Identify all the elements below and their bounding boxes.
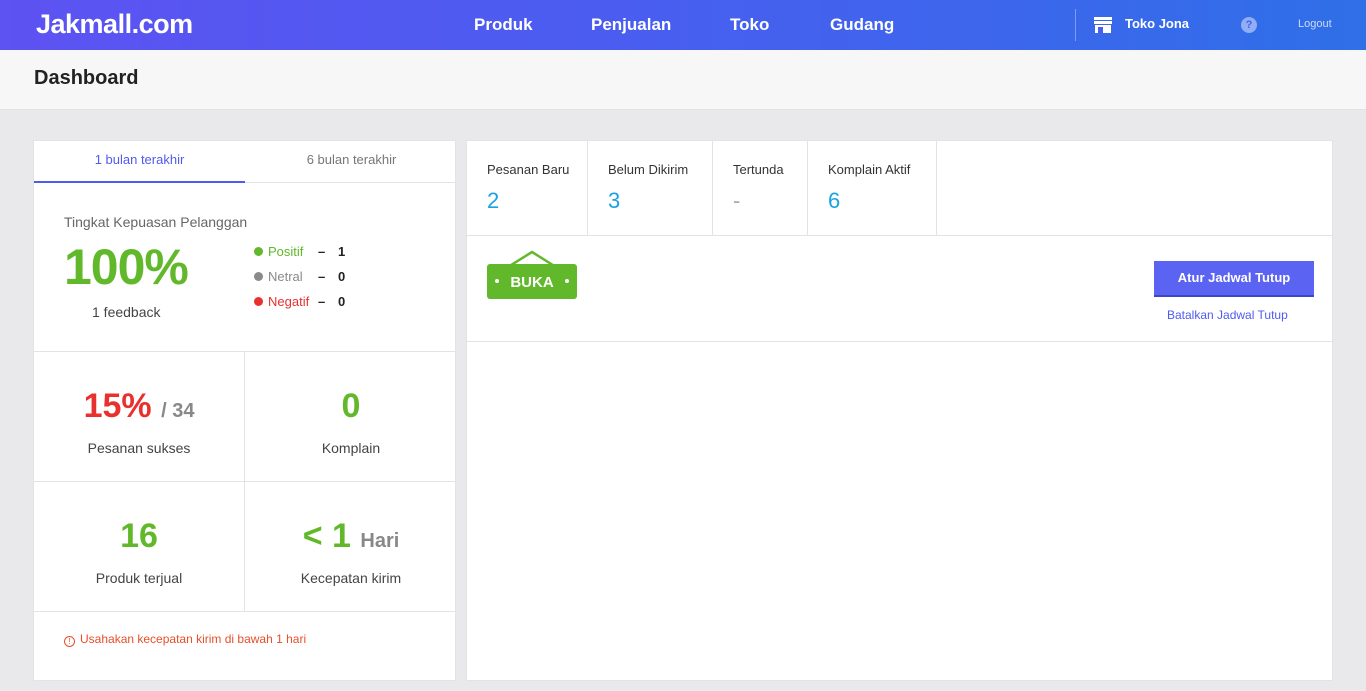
- set-close-schedule-button[interactable]: Atur Jadwal Tutup: [1154, 261, 1314, 297]
- legend-count: 1: [338, 244, 346, 260]
- speed-value: < 1: [302, 517, 351, 555]
- neutral-dot-icon: [254, 272, 263, 282]
- order-value: -: [733, 188, 741, 213]
- nav-penjualan[interactable]: Penjualan: [591, 15, 671, 35]
- top-navbar: Jakmall.com Produk Penjualan Toko Gudang…: [0, 0, 1366, 50]
- store-status-row: BUKA Atur Jadwal Tutup Batalkan Jadwal T…: [467, 236, 1334, 342]
- satisfaction-title: Tingkat Kepuasan Pelanggan: [64, 214, 248, 230]
- legend-neutral: Netral –0: [254, 268, 345, 284]
- store-icon[interactable]: [1093, 15, 1113, 35]
- satisfaction-percent: 100%: [64, 239, 189, 295]
- stat-complaints: 0 Komplain: [245, 352, 457, 482]
- stat-order-success: 15% / 34 Pesanan sukses: [34, 352, 245, 482]
- warning-icon: !: [64, 636, 75, 647]
- help-icon[interactable]: ?: [1241, 17, 1257, 33]
- stat-value: 15% / 34: [34, 387, 244, 426]
- orders-card: Pesanan Baru 2 Belum Dikirim 3 Tertunda …: [466, 140, 1334, 681]
- legend-label: Netral: [268, 269, 303, 285]
- nav-divider: [1075, 9, 1076, 41]
- success-percent: 15%: [83, 387, 152, 425]
- order-value: 3: [608, 188, 621, 213]
- page-header: Dashboard: [0, 50, 1366, 110]
- legend-count: 0: [338, 294, 346, 310]
- legend-label: Negatif: [268, 294, 310, 310]
- stat-value: 16: [120, 517, 158, 555]
- store-name[interactable]: Toko Jona: [1125, 16, 1189, 31]
- nav-toko[interactable]: Toko: [730, 15, 769, 35]
- order-stat-new[interactable]: Pesanan Baru 2: [467, 141, 588, 236]
- stat-value: 0: [341, 387, 361, 425]
- status-sign-text: BUKA: [510, 274, 553, 291]
- order-value: 2: [487, 188, 500, 213]
- feedback-count: 1 feedback: [92, 304, 161, 320]
- order-label: Komplain Aktif: [828, 162, 911, 177]
- stat-value: < 1 Hari: [245, 517, 457, 556]
- success-total: / 34: [161, 400, 195, 422]
- stat-products-sold: 16 Produk terjual: [34, 482, 245, 612]
- open-sign-icon: BUKA: [487, 250, 577, 299]
- order-stat-not-shipped[interactable]: Belum Dikirim 3: [588, 141, 713, 236]
- legend-dash: –: [318, 294, 326, 310]
- stat-label: Kecepatan kirim: [300, 570, 402, 586]
- period-tabs: 1 bulan terakhir 6 bulan terakhir: [34, 141, 457, 183]
- stat-label: Pesanan sukses: [87, 440, 191, 456]
- stat-label: Komplain: [321, 440, 381, 456]
- cancel-close-schedule-link[interactable]: Batalkan Jadwal Tutup: [1167, 308, 1288, 322]
- order-label: Belum Dikirim: [608, 162, 689, 177]
- satisfaction-section: Tingkat Kepuasan Pelanggan 100% 1 feedba…: [34, 183, 457, 352]
- performance-card: 1 bulan terakhir 6 bulan terakhir Tingka…: [33, 140, 457, 681]
- warning-text: Usahakan kecepatan kirim di bawah 1 hari: [80, 632, 307, 646]
- speed-unit: Hari: [360, 530, 400, 552]
- legend-count: 0: [338, 269, 346, 285]
- jakmall-logo[interactable]: Jakmall.com: [36, 9, 193, 40]
- stat-shipping-speed: < 1 Hari Kecepatan kirim: [245, 482, 457, 612]
- legend-positive: Positif –1: [254, 243, 345, 259]
- legend-dash: –: [318, 244, 326, 260]
- legend-dash: –: [318, 269, 326, 285]
- order-label: Tertunda: [733, 162, 784, 177]
- shipping-warning: ! Usahakan kecepatan kirim di bawah 1 har…: [64, 632, 306, 647]
- order-value: 6: [828, 188, 841, 213]
- order-stat-pending[interactable]: Tertunda -: [713, 141, 808, 236]
- legend-label: Positif: [268, 244, 304, 260]
- order-stat-active-complaints[interactable]: Komplain Aktif 6: [808, 141, 937, 236]
- positive-dot-icon: [254, 247, 263, 257]
- order-stats-row: Pesanan Baru 2 Belum Dikirim 3 Tertunda …: [467, 141, 1334, 236]
- tab-6-months[interactable]: 6 bulan terakhir: [246, 141, 457, 183]
- legend-negative: Negatif –0: [254, 293, 345, 309]
- tab-1-month[interactable]: 1 bulan terakhir: [34, 141, 245, 183]
- nav-gudang[interactable]: Gudang: [830, 15, 894, 35]
- order-label: Pesanan Baru: [487, 162, 570, 177]
- nav-produk[interactable]: Produk: [474, 15, 533, 35]
- stat-label: Produk terjual: [95, 570, 183, 586]
- negative-dot-icon: [254, 297, 263, 307]
- logout-link[interactable]: Logout: [1298, 18, 1332, 30]
- page-title: Dashboard: [34, 67, 139, 89]
